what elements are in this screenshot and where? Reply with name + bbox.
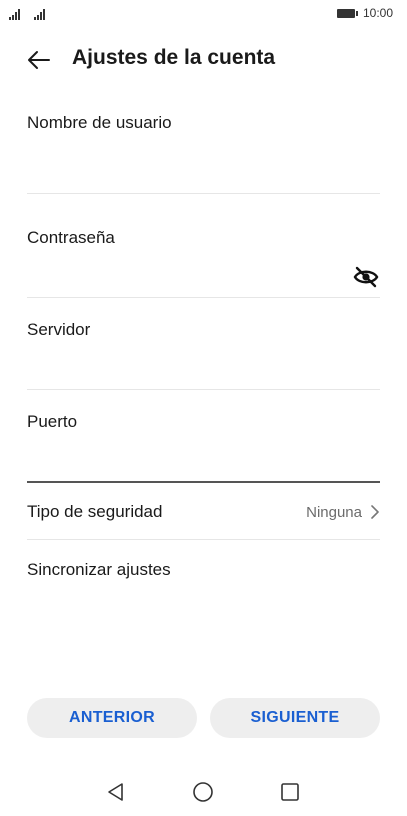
password-input[interactable] (27, 264, 347, 294)
status-bar: 10:00 (0, 0, 407, 28)
security-type-row[interactable]: Tipo de seguridad Ninguna (27, 498, 380, 528)
nav-back-button[interactable] (104, 780, 128, 804)
password-field: Contraseña (27, 228, 380, 296)
password-visibility-toggle[interactable] (353, 265, 379, 289)
username-field: Nombre de usuario (27, 113, 380, 193)
server-field: Servidor (27, 320, 380, 388)
password-label: Contraseña (27, 228, 115, 247)
divider (27, 389, 380, 390)
back-button[interactable] (26, 48, 52, 72)
username-label: Nombre de usuario (27, 113, 172, 132)
eye-off-icon (353, 266, 379, 288)
server-input[interactable] (27, 354, 380, 384)
sync-settings-row[interactable]: Sincronizar ajustes (27, 556, 380, 586)
server-label: Servidor (27, 320, 91, 339)
active-divider (27, 481, 380, 483)
username-input[interactable] (27, 155, 380, 185)
divider (27, 297, 380, 298)
chevron-right-icon (371, 505, 379, 519)
sync-settings-label: Sincronizar ajustes (27, 560, 171, 579)
page-title: Ajustes de la cuenta (72, 46, 276, 69)
header: Ajustes de la cuenta (0, 40, 407, 80)
triangle-back-icon (108, 783, 123, 801)
security-type-label: Tipo de seguridad (27, 502, 163, 521)
port-input[interactable] (27, 448, 380, 478)
security-type-value: Ninguna (306, 504, 362, 521)
signal-icon (34, 8, 45, 20)
signal-icon (9, 8, 20, 20)
nav-home-button[interactable] (191, 780, 215, 804)
navigation-bar (0, 770, 407, 814)
nav-recent-button[interactable] (278, 780, 302, 804)
status-right: 10:00 (336, 6, 393, 20)
divider (27, 193, 380, 194)
port-field: Puerto (27, 412, 380, 480)
circle-home-icon (193, 782, 213, 802)
next-button[interactable]: SIGUIENTE (210, 698, 380, 738)
status-time: 10:00 (362, 6, 393, 20)
arrow-left-icon (28, 51, 50, 69)
previous-button[interactable]: ANTERIOR (27, 698, 197, 738)
battery-icon (336, 8, 358, 18)
divider (27, 539, 380, 540)
port-label: Puerto (27, 412, 78, 431)
square-recent-icon (281, 783, 299, 801)
